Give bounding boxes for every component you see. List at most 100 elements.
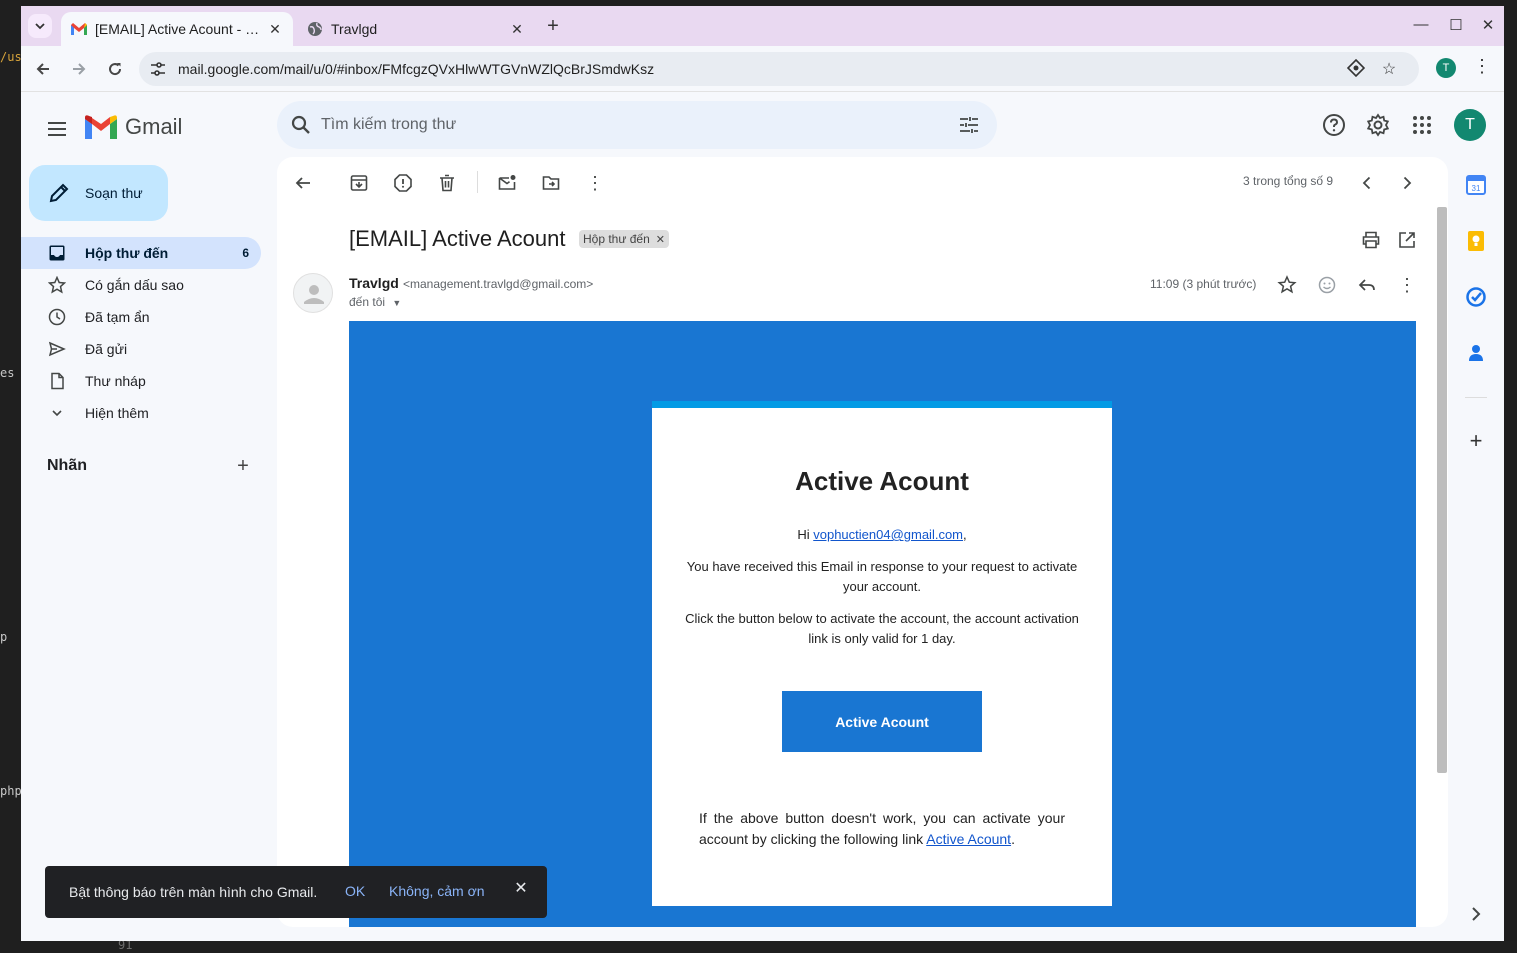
emoji-react-icon[interactable] [1317, 275, 1337, 295]
message-time: 11:09 (3 phút trước) [1150, 277, 1257, 291]
activate-account-link[interactable]: Active Acount [926, 831, 1011, 847]
clock-icon [47, 307, 67, 327]
close-icon[interactable]: ✕ [267, 21, 283, 38]
label-chip-inbox[interactable]: Hộp thư đến ✕ [579, 230, 669, 248]
sidebar-item-starred[interactable]: Có gắn dấu sao [21, 269, 261, 301]
tasks-icon[interactable] [1465, 286, 1487, 308]
email-paragraph-2: Click the button below to activate the a… [685, 611, 1079, 646]
snackbar-dismiss-button[interactable]: Không, cảm ơn [389, 883, 485, 899]
forward-arrow-icon[interactable] [67, 57, 91, 81]
open-new-window-icon[interactable] [1397, 230, 1417, 250]
gmail-logo[interactable]: Gmail [85, 111, 182, 143]
snackbar-text: Bật thông báo trên màn hình cho Gmail. [69, 884, 318, 900]
reload-icon[interactable] [103, 57, 127, 81]
chevron-down-icon [35, 23, 45, 30]
new-tab-button[interactable]: + [541, 15, 565, 38]
help-icon[interactable] [1322, 113, 1346, 137]
archive-icon[interactable] [349, 173, 369, 193]
hamburger-menu-icon[interactable] [45, 117, 69, 141]
sidebar-item-sent[interactable]: Đã gửi [21, 333, 261, 365]
svg-text:31: 31 [1472, 184, 1481, 193]
gmail-favicon-icon [71, 21, 87, 37]
sidebar-item-drafts[interactable]: Thư nháp [21, 365, 261, 397]
tab-travlgd[interactable]: Travlgd ✕ [297, 12, 535, 46]
calendar-icon[interactable]: 31 [1465, 174, 1487, 196]
toolbar-divider [477, 171, 478, 193]
search-icon[interactable] [289, 113, 313, 137]
sidebar-item-snoozed[interactable]: Đã tạm ẩn [21, 301, 261, 333]
address-bar[interactable]: mail.google.com/mail/u/0/#inbox/FMfcgzQV… [139, 52, 1419, 86]
email-footer: If the above button doesn't work, you ca… [699, 808, 1065, 850]
print-icon[interactable] [1361, 230, 1381, 250]
newer-chevron-icon[interactable] [1357, 173, 1377, 193]
notification-snackbar: Bật thông báo trên màn hình cho Gmail. O… [45, 866, 547, 918]
star-icon[interactable] [1277, 275, 1297, 295]
back-to-inbox-icon[interactable] [293, 173, 313, 193]
bookmark-star-icon[interactable]: ☆ [1379, 59, 1399, 79]
window-close-icon[interactable]: ✕ [1478, 16, 1498, 34]
report-spam-icon[interactable] [393, 173, 413, 193]
recipient-email-link[interactable]: vophuctien04@gmail.com [813, 527, 963, 542]
mark-unread-icon[interactable] [497, 173, 517, 193]
mail-search-bar[interactable] [277, 101, 997, 149]
compose-button[interactable]: Soạn thư [29, 165, 168, 221]
browser-toolbar: mail.google.com/mail/u/0/#inbox/FMfcgzQV… [21, 46, 1504, 92]
message-more-icon[interactable]: ⋮ [1397, 275, 1417, 295]
browser-profile-avatar[interactable]: T [1436, 58, 1456, 78]
tab-search-button[interactable] [28, 14, 52, 38]
back-arrow-icon[interactable] [31, 57, 55, 81]
move-to-icon[interactable] [541, 173, 561, 193]
site-settings-icon[interactable] [149, 60, 167, 78]
delete-trash-icon[interactable] [437, 173, 457, 193]
compose-label: Soạn thư [85, 185, 143, 201]
star-icon [47, 275, 67, 295]
email-heading: Active Acount [795, 466, 969, 496]
caret-down-icon: ▼ [392, 298, 402, 308]
footer-end: . [1011, 831, 1015, 847]
sidebar-item-label: Hiện thêm [85, 405, 149, 421]
tab-gmail[interactable]: [EMAIL] Active Acount - … ✕ [61, 12, 293, 46]
greeting-text: Hi [797, 527, 814, 542]
email-card: Active Acount Hi vophuctien04@gmail.com,… [652, 401, 1112, 906]
close-icon[interactable]: ✕ [513, 881, 529, 897]
activate-account-button[interactable]: Active Acount [782, 691, 982, 752]
get-addons-plus-icon[interactable]: + [1465, 430, 1487, 452]
minimize-icon[interactable]: — [1411, 16, 1431, 33]
more-actions-icon[interactable]: ⋮ [585, 173, 605, 193]
browser-menu-icon[interactable]: ⋮ [1473, 56, 1491, 77]
lens-icon[interactable] [1346, 58, 1366, 79]
side-panel-divider [1465, 397, 1487, 398]
sidebar-item-more[interactable]: Hiện thêm [21, 397, 261, 429]
close-icon[interactable]: ✕ [509, 21, 525, 38]
sender-avatar [293, 273, 333, 313]
labels-heading: Nhãn [47, 457, 87, 474]
remove-label-icon[interactable]: ✕ [656, 233, 665, 246]
gmail-m-icon [85, 115, 117, 139]
message-scrollbar[interactable] [1437, 207, 1447, 773]
recipient-details[interactable]: đến tôi ▼ [349, 295, 401, 309]
reply-icon[interactable] [1357, 275, 1377, 295]
settings-gear-icon[interactable] [1366, 113, 1390, 137]
search-input[interactable] [321, 113, 921, 137]
maximize-icon[interactable]: ☐ [1446, 16, 1466, 34]
sidebar-item-label: Có gắn dấu sao [85, 277, 184, 293]
keep-icon[interactable] [1465, 230, 1487, 252]
account-avatar[interactable]: T [1454, 109, 1486, 141]
sidebar-item-label: Hộp thư đến [85, 245, 169, 261]
snackbar-ok-button[interactable]: OK [345, 883, 365, 899]
label-chip-text: Hộp thư đến [583, 232, 650, 246]
pencil-icon [49, 183, 69, 203]
contacts-icon[interactable] [1465, 342, 1487, 364]
globe-icon [307, 21, 323, 37]
expand-side-panel-icon[interactable] [1465, 903, 1487, 925]
sidebar-item-inbox[interactable]: Hộp thư đến 6 [21, 237, 261, 269]
sidebar-item-label: Thư nháp [85, 373, 146, 389]
bg-fragment: php [0, 784, 22, 798]
older-chevron-icon[interactable] [1397, 173, 1417, 193]
sender-name[interactable]: Travlgd [349, 275, 399, 291]
search-filters-icon[interactable] [957, 113, 981, 137]
add-label-icon[interactable]: + [233, 456, 253, 476]
inbox-icon [47, 243, 67, 263]
chevron-down-icon [47, 403, 67, 423]
apps-grid-icon[interactable] [1410, 113, 1434, 137]
